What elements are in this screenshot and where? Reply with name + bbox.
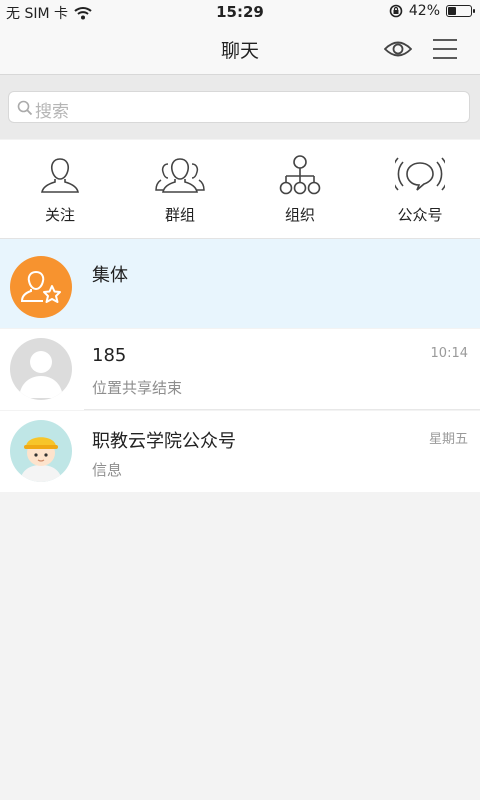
chat-row-185[interactable]: 185 位置共享结束 10:14 <box>0 329 480 410</box>
quick-org[interactable]: 组织 <box>240 154 360 225</box>
row-divider <box>84 409 480 410</box>
quick-follow[interactable]: 关注 <box>0 154 120 225</box>
broadcast-icon <box>395 157 445 191</box>
group-star-avatar <box>10 256 72 318</box>
status-bar: 无 SIM 卡 15:29 42% <box>0 0 480 24</box>
search-input[interactable]: 搜索 <box>8 91 470 123</box>
chat-time: 星期五 <box>428 432 468 447</box>
status-right: 42% <box>389 3 475 19</box>
rotation-lock-icon <box>389 4 403 18</box>
chat-name: 职教云学院公众号 <box>92 431 236 452</box>
search-area: 搜索 <box>0 75 480 139</box>
quick-groups[interactable]: 群组 <box>120 154 240 225</box>
battery-percent: 42% <box>408 3 440 19</box>
chat-name: 集体 <box>92 265 128 286</box>
battery-icon <box>446 5 475 17</box>
chat-preview: 信息 <box>92 461 123 479</box>
person-icon <box>41 158 79 193</box>
quick-groups-label: 群组 <box>164 206 195 224</box>
worker-cartoon-icon <box>20 437 62 482</box>
menu-icon[interactable] <box>432 38 458 60</box>
quick-public-accounts[interactable]: 公众号 <box>360 154 480 225</box>
chat-time: 10:14 <box>430 346 468 361</box>
worker-avatar <box>10 420 72 482</box>
chat-row-zhijiaoyun[interactable]: 职教云学院公众号 信息 星期五 <box>0 411 480 492</box>
default-avatar <box>10 338 72 400</box>
search-icon <box>17 100 33 116</box>
group-icon <box>155 158 205 193</box>
nav-bar: 聊天 <box>0 24 480 75</box>
quick-public-accounts-label: 公众号 <box>397 206 443 224</box>
org-chart-icon <box>279 155 321 195</box>
chat-preview: 位置共享结束 <box>92 379 183 397</box>
chat-name: 185 <box>92 345 127 366</box>
group-star-icon <box>20 270 61 303</box>
quick-org-label: 组织 <box>284 206 315 224</box>
eye-icon[interactable] <box>384 38 412 60</box>
chat-row-collective[interactable]: 集体 <box>0 239 480 328</box>
search-placeholder: 搜索 <box>35 102 69 122</box>
quick-follow-label: 关注 <box>44 206 75 224</box>
battery-fill <box>448 7 456 15</box>
quick-entries: 关注 群组 组织 公众号 <box>0 140 480 239</box>
default-person-icon <box>19 351 63 398</box>
